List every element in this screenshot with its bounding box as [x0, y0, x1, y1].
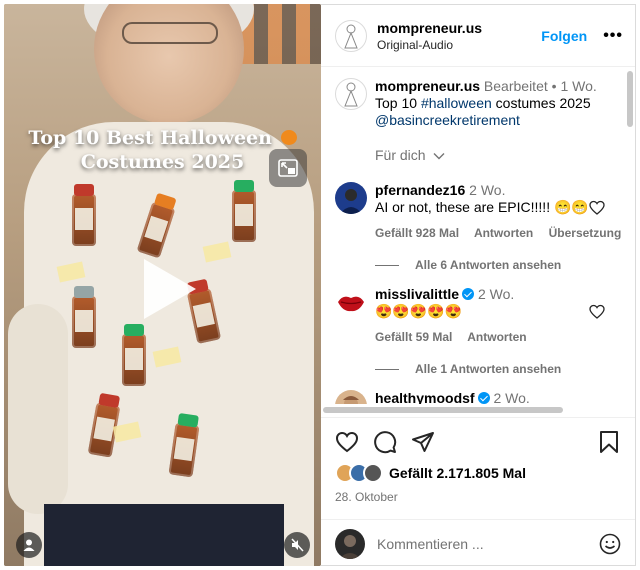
comment-likes-count[interactable]: Gefällt 928 Mal — [375, 226, 459, 240]
commenter-avatar[interactable] — [335, 286, 367, 318]
action-bar — [335, 430, 625, 458]
more-options-icon[interactable]: ••• — [603, 27, 623, 45]
comment-username[interactable]: pfernandez16 — [375, 182, 465, 198]
speaker-muted-icon — [291, 538, 304, 552]
comment-username[interactable]: healthymoodsf — [375, 390, 475, 404]
view-replies-label: Alle 1 Antworten ansehen — [415, 362, 562, 376]
see-translation-button[interactable]: Übersetzung ansehen — [549, 226, 623, 240]
separator-dot: • — [551, 78, 557, 94]
translation-label: Für dich — [375, 147, 426, 163]
reel-video[interactable]: Top 10 Best Halloween Costumes 2025 — [4, 4, 321, 566]
comment-like-heart-icon[interactable] — [589, 200, 605, 216]
user-icon — [23, 539, 35, 551]
comment-like-heart-icon[interactable] — [589, 304, 605, 320]
comment-body: healthymoodsf 2 Wo. — [375, 390, 623, 404]
post-header: mompreneur.us Original-Audio Folgen ••• — [321, 5, 635, 67]
picture-in-picture-icon — [278, 159, 298, 177]
avatar-photo-icon — [339, 534, 361, 559]
tagged-users-button[interactable] — [16, 532, 42, 558]
comment-time: 2 Wo. — [493, 390, 530, 404]
author-avatar[interactable] — [335, 19, 367, 52]
woman-skirt — [44, 504, 284, 566]
mention-link[interactable]: @basincreekretirement — [375, 112, 623, 129]
comment-text: 😍😍😍😍😍 — [375, 303, 463, 319]
comment-body: pfernandez16 2 Wo. AI or not, these are … — [375, 182, 623, 216]
reply-button[interactable]: Antworten — [467, 330, 526, 344]
comment-time: 2 Wo. — [469, 182, 506, 198]
save-bookmark-icon[interactable] — [597, 430, 621, 454]
caption-text: costumes 2025 — [491, 95, 591, 111]
comments-list[interactable]: mompreneur.us Bearbeitet • 1 Wo. Top 10 … — [321, 68, 623, 404]
commenter-avatar[interactable] — [335, 390, 367, 404]
avatar-photo-icon — [340, 189, 362, 214]
likes-summary[interactable]: Gefällt 2.171.805 Mal — [335, 462, 526, 484]
spice-bottle — [72, 286, 96, 348]
play-icon[interactable] — [134, 254, 204, 324]
liker-avatar — [363, 463, 383, 483]
video-overlay-line: Top 10 Best Halloween — [28, 127, 272, 149]
avatar-photo-icon — [343, 396, 359, 404]
spice-bottle — [72, 184, 96, 246]
bride-logo-icon — [344, 82, 358, 107]
author-info: mompreneur.us Original-Audio — [377, 20, 541, 52]
comment-body: misslivalittle 2 Wo. 😍😍😍😍😍 — [375, 286, 623, 320]
woman-arm — [8, 304, 68, 514]
emoji-smiley-icon[interactable] — [599, 533, 621, 555]
view-replies-label: Alle 6 Antworten ansehen — [415, 258, 562, 272]
comment-text: AI or not, these are EPIC!!!!! 😁😁 — [375, 199, 589, 215]
red-lips-avatar-icon — [338, 296, 364, 312]
spice-bottle — [122, 324, 146, 386]
translation-selector[interactable]: Für dich — [375, 147, 445, 163]
likes-count: Gefällt 2.171.805 Mal — [389, 465, 526, 481]
mute-button[interactable] — [284, 532, 310, 558]
author-avatar[interactable] — [335, 78, 367, 110]
vertical-scrollbar[interactable] — [627, 71, 633, 127]
view-replies-button[interactable]: Alle 1 Antworten ansehen — [375, 362, 561, 376]
caption-text: Top 10 — [375, 95, 421, 111]
edited-label: Bearbeitet — [483, 78, 548, 94]
comment-time: 2 Wo. — [477, 286, 515, 302]
post-footer: Gefällt 2.171.805 Mal 28. Oktober — [321, 417, 635, 559]
post-date[interactable]: 28. Oktober — [335, 490, 398, 504]
follow-button[interactable]: Folgen — [541, 28, 587, 44]
reply-button[interactable]: Antworten — [474, 226, 533, 240]
comment-actions: Gefällt 59 Mal Antworten — [375, 330, 539, 344]
horizontal-scrollbar[interactable] — [323, 407, 563, 413]
chevron-down-icon — [433, 153, 445, 160]
audio-label[interactable]: Original-Audio — [377, 38, 541, 52]
woman-glasses — [122, 22, 218, 44]
add-comment-bar — [321, 519, 635, 567]
pumpkin-emoji-icon — [280, 130, 297, 145]
like-heart-icon[interactable] — [335, 430, 359, 454]
picture-in-picture-button[interactable] — [269, 149, 307, 187]
post-detail-panel: mompreneur.us Original-Audio Folgen ••• … — [321, 4, 636, 566]
comment-input[interactable] — [377, 535, 599, 552]
spice-bottle — [232, 180, 256, 242]
verified-badge-icon — [477, 392, 490, 404]
video-overlay-line: Costumes 2025 — [80, 151, 245, 173]
hashtag-link[interactable]: #halloween — [421, 95, 492, 111]
caption-body: mompreneur.us Bearbeitet • 1 Wo. Top 10 … — [375, 78, 623, 129]
commenter-avatar[interactable] — [335, 182, 367, 214]
verified-badge-icon — [462, 288, 475, 300]
comment-bubble-icon[interactable] — [373, 430, 397, 454]
comment-likes-count[interactable]: Gefällt 59 Mal — [375, 330, 452, 344]
view-replies-button[interactable]: Alle 6 Antworten ansehen — [375, 258, 561, 272]
bride-logo-icon — [344, 24, 358, 48]
comment-username[interactable]: misslivalittle — [375, 286, 459, 302]
share-paper-plane-icon[interactable] — [411, 430, 435, 454]
caption-username[interactable]: mompreneur.us — [375, 78, 480, 94]
author-username[interactable]: mompreneur.us — [377, 20, 541, 36]
comment-actions: Gefällt 928 Mal Antworten Übersetzung an… — [375, 226, 623, 240]
caption-time: 1 Wo. — [560, 78, 597, 94]
current-user-avatar — [335, 528, 365, 559]
